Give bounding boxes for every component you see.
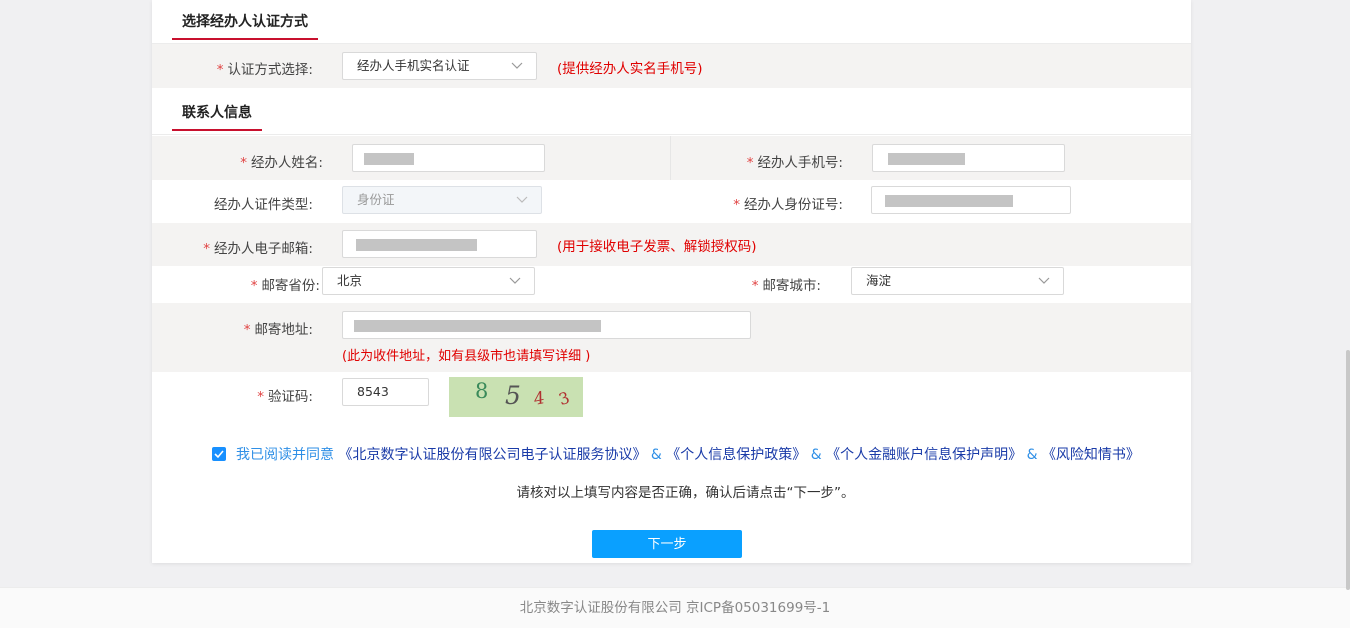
chevron-down-icon xyxy=(509,277,521,284)
column-divider xyxy=(670,136,671,180)
separator: & xyxy=(650,447,662,463)
address-label: * 邮寄地址: xyxy=(243,322,313,338)
captcha-label: * 验证码: xyxy=(257,389,313,405)
chevron-down-icon xyxy=(511,62,523,69)
province-label: * 邮寄省份: xyxy=(250,278,320,294)
name-label: * 经办人姓名: xyxy=(240,155,323,171)
redacted-value xyxy=(356,239,477,251)
footer: 北京数字认证股份有限公司 京ICP备05031699号-1 xyxy=(0,587,1350,628)
province-select[interactable]: 北京 xyxy=(322,267,535,295)
captcha-input[interactable]: 8543 xyxy=(342,378,429,406)
redacted-value xyxy=(364,153,414,165)
redacted-value xyxy=(888,153,965,165)
city-select[interactable]: 海淀 xyxy=(851,267,1064,295)
auth-method-hint: (提供经办人实名手机号) xyxy=(557,61,703,77)
phone-label: * 经办人手机号: xyxy=(746,155,843,171)
phone-input[interactable] xyxy=(872,144,1065,172)
check-icon xyxy=(214,450,224,459)
id-type-select[interactable]: 身份证 xyxy=(342,186,542,214)
captcha-char: 5 xyxy=(505,381,521,410)
section-auth-title: 选择经办人认证方式 xyxy=(172,11,318,40)
link-risk-disclosure[interactable]: 《风险知情书》 xyxy=(1042,447,1140,463)
id-type-label: 经办人证件类型: xyxy=(213,197,313,213)
agree-prefix: 我已阅读并同意 xyxy=(236,447,334,463)
link-service-agreement[interactable]: 《北京数字认证股份有限公司电子认证服务协议》 xyxy=(338,447,646,463)
email-label: * 经办人电子邮箱: xyxy=(203,241,313,257)
captcha-char: 4 xyxy=(532,388,547,410)
id-number-input[interactable] xyxy=(871,186,1071,214)
agree-checkbox[interactable] xyxy=(212,447,226,461)
auth-method-row: * 认证方式选择: 经办人手机实名认证 (提供经办人实名手机号) xyxy=(152,44,1191,88)
chevron-down-icon xyxy=(516,196,528,203)
chevron-down-icon xyxy=(1038,277,1050,284)
address-hint: (此为收件地址，如有县级市也请填写详细 ) xyxy=(342,349,591,364)
email-hint: (用于接收电子发票、解锁授权码) xyxy=(557,239,757,255)
scrollbar[interactable] xyxy=(1346,350,1350,590)
form-card: 选择经办人认证方式 * 认证方式选择: 经办人手机实名认证 (提供经办人实名手机号… xyxy=(152,0,1191,563)
id-row: 经办人证件类型: 身份证 * 经办人身份证号: xyxy=(152,180,1191,223)
captcha-char: 3 xyxy=(556,387,572,410)
separator: & xyxy=(1026,447,1038,463)
separator: & xyxy=(810,447,822,463)
address-row: * 邮寄地址: (此为收件地址，如有县级市也请填写详细 ) xyxy=(152,303,1191,372)
id-number-label: * 经办人身份证号: xyxy=(733,197,843,213)
email-row: * 经办人电子邮箱: (用于接收电子发票、解锁授权码) xyxy=(152,223,1191,266)
name-input[interactable] xyxy=(352,144,545,172)
section-contact-title: 联系人信息 xyxy=(172,102,262,131)
captcha-image[interactable]: 8 5 4 3 xyxy=(449,377,583,417)
captcha-row: * 验证码: 8543 8 5 4 3 xyxy=(152,372,1191,422)
province-city-row: * 邮寄省份: 北京 * 邮寄城市: 海淀 xyxy=(152,266,1191,303)
link-privacy-policy[interactable]: 《个人信息保护政策》 xyxy=(666,447,806,463)
section-contact-header: 联系人信息 xyxy=(152,88,1191,135)
auth-method-label: * 认证方式选择: xyxy=(216,62,313,78)
redacted-value xyxy=(885,195,1013,207)
address-input[interactable] xyxy=(342,311,751,339)
email-input[interactable] xyxy=(342,230,537,258)
captcha-char: 8 xyxy=(475,379,489,403)
city-label: * 邮寄城市: xyxy=(751,278,821,294)
confirm-notice: 请核对以上填写内容是否正确，确认后请点击“下一步”。 xyxy=(516,485,855,501)
auth-method-select[interactable]: 经办人手机实名认证 xyxy=(342,52,537,80)
link-financial-account-statement[interactable]: 《个人金融账户信息保护声明》 xyxy=(826,447,1022,463)
redacted-value xyxy=(354,320,601,332)
section-auth-header: 选择经办人认证方式 xyxy=(152,0,1191,44)
next-button[interactable]: 下一步 xyxy=(592,530,742,558)
name-phone-row: * 经办人姓名: * 经办人手机号: xyxy=(152,136,1191,180)
